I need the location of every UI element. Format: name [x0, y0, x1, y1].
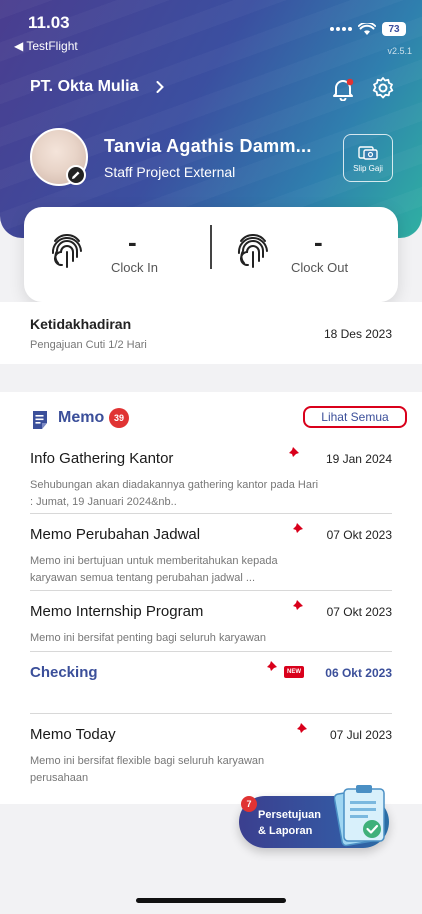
memo-item-date: 07 Okt 2023: [326, 528, 392, 542]
pin-icon: [295, 723, 307, 735]
clock-divider: [210, 225, 212, 269]
divider: [30, 651, 392, 652]
clock-in-time: -: [128, 227, 137, 257]
approval-report-label: Persetujuan & Laporan: [258, 807, 321, 839]
memo-item-date: 06 Okt 2023: [325, 666, 392, 680]
user-role: Staff Project External: [104, 164, 236, 180]
new-badge: NEW: [284, 666, 304, 678]
fingerprint-icon-clock-in[interactable]: [50, 231, 84, 269]
absence-title: Ketidakhadiran: [30, 316, 132, 332]
memo-item[interactable]: Memo Perubahan Jadwal Memo ini bertujuan…: [30, 523, 392, 587]
memo-item-desc: Sehubungan akan diadakannya gathering ka…: [30, 479, 319, 508]
divider: [30, 713, 392, 714]
payslip-label: Slip Gaji: [353, 163, 383, 173]
settings-gear-icon[interactable]: [371, 76, 395, 100]
memo-item[interactable]: Info Gathering Kantor Sehubungan akan di…: [30, 447, 392, 511]
pin-icon: [291, 600, 303, 612]
fingerprint-icon-clock-out[interactable]: [236, 231, 270, 269]
app-version: v2.5.1: [387, 46, 412, 56]
memo-title: Memo: [58, 409, 105, 426]
pin-icon: [291, 523, 303, 535]
attendance-card: - Clock In - Clock Out: [24, 207, 398, 302]
chevron-right-icon: [156, 81, 165, 93]
absence-subtitle: Pengajuan Cuti 1/2 Hari: [30, 339, 147, 351]
memo-item[interactable]: Memo Internship Program Memo ini bersifa…: [30, 600, 392, 647]
memo-section: Memo 39 Lihat Semua Info Gathering Kanto…: [0, 392, 422, 804]
status-icons: 73: [330, 22, 406, 36]
signal-icon: [330, 27, 352, 31]
memo-item-date: 07 Jul 2023: [329, 728, 392, 742]
clock-out-time: -: [314, 227, 323, 257]
wifi-icon: [358, 22, 376, 35]
pin-icon: [287, 447, 299, 459]
memo-item-desc: Memo ini bersifat flexible bagi seluruh …: [30, 755, 265, 784]
memo-item[interactable]: Memo Today Memo ini bersifat flexible ba…: [30, 723, 392, 787]
payslip-button[interactable]: Slip Gaji: [343, 134, 393, 182]
absence-section[interactable]: Ketidakhadiran Pengajuan Cuti 1/2 Hari 1…: [0, 302, 422, 364]
clipboard-check-icon: [334, 785, 385, 847]
approval-count-badge: 7: [241, 796, 257, 812]
company-selector[interactable]: PT. Okta Mulia: [30, 78, 165, 96]
memo-icon: [33, 411, 47, 429]
status-time: 11.03: [28, 13, 70, 32]
notification-bell-icon[interactable]: [331, 77, 355, 101]
divider: [30, 590, 392, 591]
back-to-testflight-link[interactable]: ◀ TestFlight: [14, 39, 78, 53]
memo-item-date: 19 Jan 2024: [325, 452, 392, 466]
payslip-icon: [358, 145, 378, 160]
user-name: Tanvia Agathis Damm...: [104, 136, 312, 156]
battery-icon: 73: [382, 22, 406, 36]
company-name: PT. Okta Mulia: [30, 78, 139, 95]
memo-item-desc: Memo ini bertujuan untuk memberitahukan …: [30, 555, 278, 584]
absence-date: 18 Des 2023: [323, 327, 392, 341]
home-indicator: [136, 898, 286, 903]
clock-out-label: Clock Out: [291, 260, 349, 275]
pin-icon: [265, 661, 277, 673]
memo-count-badge: 39: [109, 408, 129, 428]
memo-item-date: 07 Okt 2023: [326, 605, 392, 619]
memo-item-desc: Memo ini bersifat penting bagi seluruh k…: [30, 632, 267, 644]
memo-item[interactable]: Checking NEW 06 Okt 2023: [30, 661, 392, 681]
approval-report-line1: Persetujuan: [258, 809, 321, 821]
edit-avatar-icon[interactable]: [66, 165, 86, 185]
see-all-button[interactable]: Lihat Semua: [303, 406, 407, 428]
divider: [30, 513, 392, 514]
approval-report-line2: & Laporan: [258, 825, 313, 837]
clock-in-label: Clock In: [111, 260, 158, 275]
